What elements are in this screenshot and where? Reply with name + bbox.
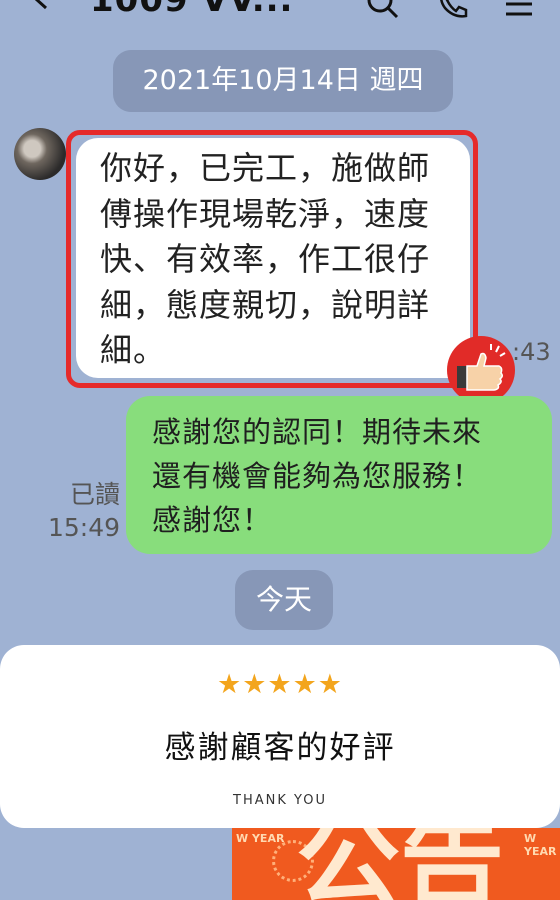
chat-header: 1009 VV... bbox=[0, 0, 560, 20]
message-line: 快、有效率，作工很仔 bbox=[100, 240, 431, 278]
message-line: 傅操作現場乾淨，速度 bbox=[100, 194, 431, 233]
date-separator: 2021年10月14日 週四 bbox=[113, 50, 453, 112]
message-line: 細，態度親切，說明詳 bbox=[100, 285, 431, 324]
announcement-banner: W YEAR 公告 W YEAR bbox=[232, 828, 560, 900]
chevron-left-icon[interactable] bbox=[30, 0, 52, 10]
thumbs-up-icon bbox=[447, 336, 515, 404]
message-line: 感謝您！ bbox=[152, 503, 273, 537]
menu-icon[interactable] bbox=[504, 0, 534, 20]
message-line: 感謝您的認同！期待未來 bbox=[152, 415, 483, 449]
review-title: 感謝顧客的好評 bbox=[164, 730, 396, 766]
phone-icon[interactable] bbox=[436, 0, 470, 20]
message-line: 還有機會能夠為您服務！ bbox=[152, 459, 483, 493]
avatar[interactable] bbox=[14, 128, 66, 180]
review-subtitle: THANK YOU bbox=[233, 793, 327, 808]
banner-side-text: W YEAR bbox=[524, 832, 557, 858]
chat-title[interactable]: 1009 VV... bbox=[90, 0, 293, 20]
review-card: ★★★★★ 感謝顧客的好評 THANK YOU bbox=[0, 645, 560, 828]
incoming-message-bubble[interactable]: 你好，已完工，施做師 傅操作現場乾淨，速度 快、有效率，作工很仔 細，態度親切，… bbox=[76, 138, 470, 378]
outgoing-message-bubble[interactable]: 感謝您的認同！期待未來 還有機會能夠為您服務！ 感謝您！ bbox=[126, 396, 552, 554]
banner-side-text: W YEAR bbox=[236, 832, 285, 845]
today-separator: 今天 bbox=[235, 570, 333, 630]
read-label: 已讀 bbox=[69, 480, 120, 509]
search-icon[interactable] bbox=[366, 0, 400, 20]
message-line: 你好，已完工，施做師 bbox=[100, 149, 431, 187]
message-line: 細。 bbox=[100, 331, 167, 369]
banner-title: 公告 bbox=[296, 828, 505, 900]
incoming-timestamp: :43 bbox=[512, 338, 551, 366]
outgoing-timestamp: 15:49 bbox=[47, 513, 120, 542]
rating-stars: ★★★★★ bbox=[216, 669, 344, 700]
read-receipt: 已讀 15:49 bbox=[42, 478, 120, 544]
